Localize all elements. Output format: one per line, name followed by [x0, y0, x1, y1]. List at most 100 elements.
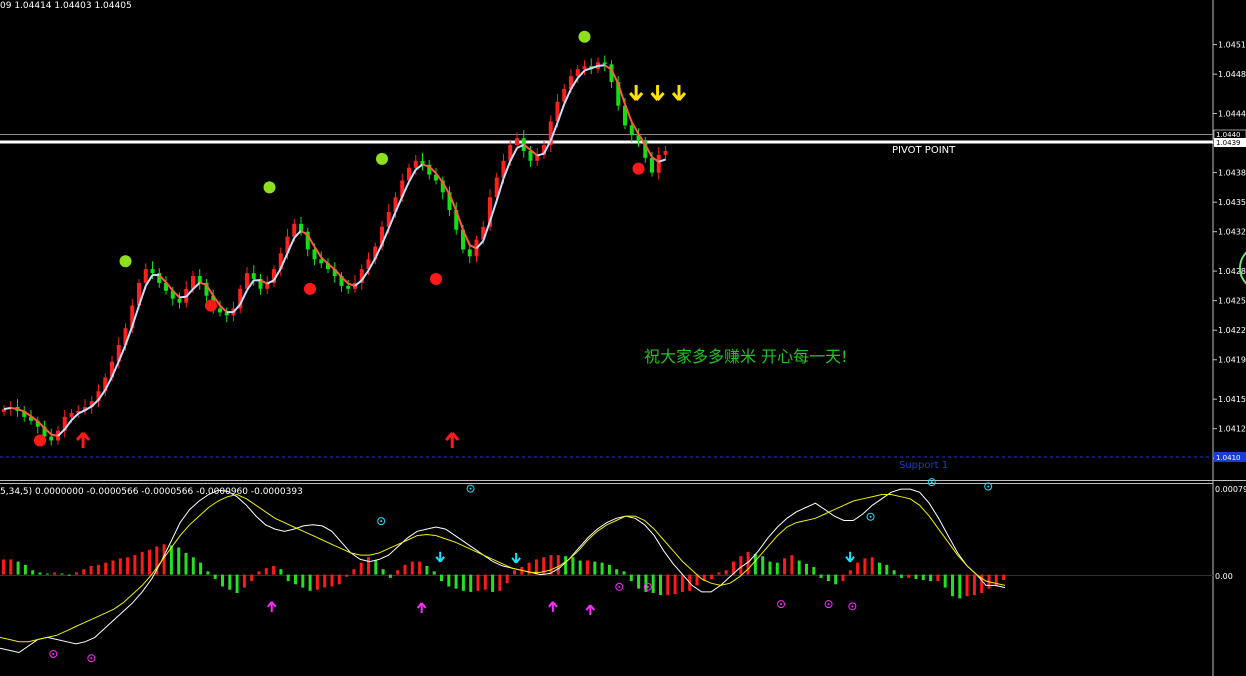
histogram-bar [425, 565, 429, 575]
histogram-bar [221, 574, 224, 587]
oscillator-histogram [2, 544, 1006, 599]
histogram-bar [388, 574, 392, 578]
histogram-bar [250, 574, 254, 582]
histogram-bar [104, 562, 108, 575]
price-tick-label: 1.0419 [1218, 356, 1246, 365]
histogram-bar [308, 574, 312, 591]
histogram-bar [345, 574, 349, 577]
price-tick-label: 1.0432 [1218, 228, 1246, 237]
histogram-bar [454, 574, 458, 589]
histogram-bar [607, 564, 611, 575]
histogram-bar [578, 560, 582, 575]
histogram-bar [45, 573, 49, 575]
oscillator-up-arrow-icon [548, 601, 558, 612]
histogram-bar [352, 569, 356, 575]
histogram-bar [571, 557, 575, 575]
histogram-bar [856, 562, 860, 575]
histogram-bar [739, 556, 743, 575]
support-price-label: 1.0410 [1216, 454, 1241, 462]
trough-dot [34, 434, 46, 447]
histogram-bar [593, 561, 597, 575]
oscillator-circle-dot [52, 652, 55, 655]
histogram-bar [505, 574, 509, 584]
candle-body [251, 273, 256, 279]
candle-body [467, 249, 472, 257]
histogram-bar [498, 574, 502, 591]
histogram-bar [527, 562, 531, 575]
histogram-bar [31, 570, 35, 575]
histogram-bar [286, 574, 290, 582]
histogram-bar [410, 561, 414, 575]
oscillator-circle-dot [987, 485, 990, 488]
histogram-bar [994, 574, 998, 587]
trough-dot [304, 282, 316, 295]
ma-segment [51, 433, 59, 437]
indicator-tick-zero: 0.00 [1215, 572, 1233, 581]
histogram-bar [440, 574, 443, 582]
price-tick-label: 1.0415 [1218, 395, 1246, 404]
histogram-bar [878, 562, 881, 575]
ma-segment [597, 64, 605, 67]
histogram-bar [680, 574, 684, 592]
oscillator-circle-dot [869, 515, 872, 518]
candle-body [49, 436, 54, 441]
histogram-bar [797, 560, 801, 575]
oscillator-up-arrow-icon [266, 601, 277, 612]
oscillator-circle-dot [646, 585, 649, 588]
histogram-bar [936, 574, 940, 582]
histogram-bar [111, 560, 115, 575]
histogram-bar [826, 574, 830, 582]
histogram-bar [899, 574, 903, 578]
buy-arrow-icon [445, 432, 460, 448]
histogram-bar [148, 549, 151, 575]
candle-body [143, 269, 148, 283]
histogram-bar [549, 555, 553, 575]
histogram-bar [564, 556, 568, 575]
histogram-bar [929, 574, 933, 582]
oscillator-circle-dot [780, 603, 783, 606]
histogram-bar [177, 547, 181, 575]
histogram-bar [673, 574, 677, 595]
peak-dot [578, 30, 591, 43]
histogram-bar [126, 557, 130, 575]
trading-chart[interactable]: PIVOT POINT Support 1 09 1.04414 1.04403… [0, 0, 1246, 676]
histogram-bar [622, 571, 626, 575]
histogram-bar [790, 555, 794, 575]
price-tick-label: 1.0435 [1218, 198, 1246, 207]
histogram-bar [870, 557, 874, 575]
histogram-bar [1002, 574, 1006, 580]
histogram-bar [753, 554, 757, 575]
histogram-bar [206, 571, 210, 575]
signal-markers [34, 30, 687, 448]
candle-body [656, 154, 661, 173]
price-tick-label: 1.0412 [1218, 425, 1246, 434]
histogram-bar [89, 565, 93, 575]
candle-body [177, 298, 182, 303]
histogram-bar [710, 574, 714, 579]
histogram-bar [805, 563, 808, 575]
candle-body [69, 412, 74, 417]
histogram-bar [469, 574, 473, 592]
indicator-tick-top: 0.00079 [1215, 485, 1246, 494]
peak-dot [376, 152, 388, 165]
histogram-bar [367, 557, 370, 575]
oscillator-down-arrow-icon [511, 552, 521, 564]
histogram-bar [958, 574, 962, 599]
price-tick-label: 1.0451 [1218, 41, 1246, 50]
oscillator-circle-dot [851, 605, 854, 608]
ma-segment [536, 152, 545, 157]
histogram-bar [447, 574, 451, 587]
histogram-bar [337, 574, 341, 585]
histogram-bar [600, 562, 604, 575]
histogram-bar [629, 574, 633, 582]
histogram-bar [717, 572, 721, 575]
histogram-bar [315, 574, 319, 590]
histogram-bar [513, 570, 516, 575]
candle-body [663, 150, 668, 155]
histogram-bar [9, 559, 13, 575]
histogram-bar [133, 555, 137, 575]
sell-arrow-icon [629, 85, 644, 101]
price-tick-label: 1.0422 [1218, 326, 1246, 335]
histogram-bar [2, 559, 5, 575]
histogram-bar [191, 557, 195, 575]
